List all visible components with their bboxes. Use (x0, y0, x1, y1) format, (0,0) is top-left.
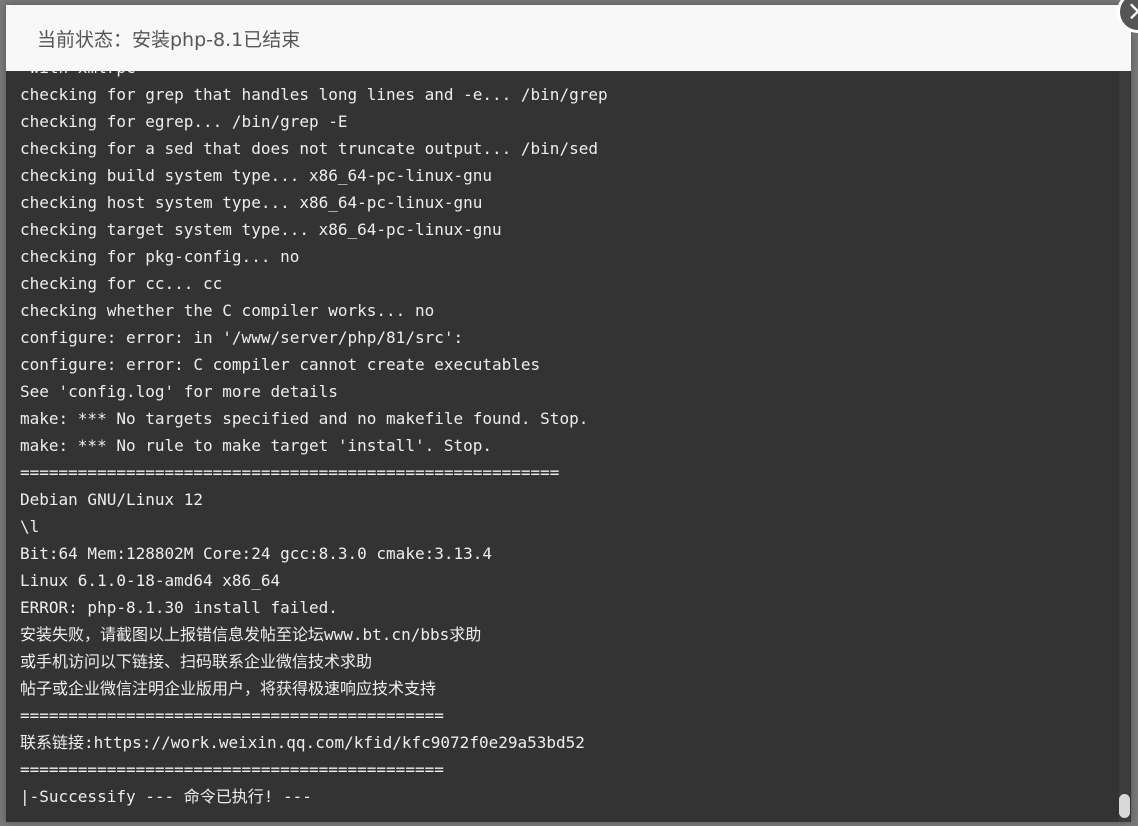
log-output[interactable]: with xmlrpc checking for grep that handle… (6, 71, 1131, 822)
log-line: checking for egrep... /bin/grep -E (20, 112, 348, 131)
log-line: make: *** No rule to make target 'instal… (20, 436, 493, 455)
log-line: 或手机访问以下链接、扫码联系企业微信技术求助 (20, 652, 373, 671)
log-line: configure: error: in '/www/server/php/81… (20, 328, 464, 347)
log-line: make: *** No targets specified and no ma… (20, 409, 589, 428)
log-line: Linux 6.1.0-18-amd64 x86_64 (20, 571, 281, 590)
log-line: ========================================… (20, 760, 444, 779)
log-line: checking target system type... x86_64-pc… (20, 220, 502, 239)
log-line: Debian GNU/Linux 12 (20, 490, 204, 509)
log-line: 联系链接:https://work.weixin.qq.com/kfid/kfc… (20, 733, 585, 752)
log-line: checking build system type... x86_64-pc-… (20, 166, 493, 185)
scrollbar[interactable] (1119, 71, 1130, 822)
close-icon: × (1126, 0, 1138, 27)
log-line: 帖子或企业微信注明企业版用户，将获得极速响应技术支持 (20, 679, 437, 698)
log-line: checking for cc... cc (20, 274, 223, 293)
log-lines: with xmlrpc checking for grep that handle… (20, 71, 608, 810)
log-line: checking host system type... x86_64-pc-l… (20, 193, 483, 212)
log-line: |-Successify --- 命令已执行! --- (20, 787, 312, 806)
log-line: checking for a sed that does not truncat… (20, 139, 598, 158)
dialog-title: 当前状态：安装php-8.1已结束 (37, 29, 301, 51)
log-line: with xmlrpc (20, 71, 608, 81)
dialog-header: 当前状态：安装php-8.1已结束 (6, 5, 1131, 72)
log-line: ========================================… (20, 706, 444, 725)
install-log-dialog: 当前状态：安装php-8.1已结束 with xmlrpc checking fo… (6, 0, 1138, 822)
log-line: ERROR: php-8.1.30 install failed. (20, 598, 338, 617)
log-line: 安装失败，请截图以上报错信息发帖至论坛www.bt.cn/bbs求助 (20, 625, 482, 644)
log-line: ========================================… (20, 463, 560, 482)
log-line: See 'config.log' for more details (20, 382, 338, 401)
log-line: Bit:64 Mem:128802M Core:24 gcc:8.3.0 cma… (20, 544, 493, 563)
scrollbar-thumb[interactable] (1119, 794, 1130, 818)
log-line: checking for pkg-config... no (20, 247, 300, 266)
log-line: \l (20, 517, 40, 536)
log-line: checking whether the C compiler works...… (20, 301, 435, 320)
log-line: checking for grep that handles long line… (20, 85, 608, 104)
log-line: configure: error: C compiler cannot crea… (20, 355, 541, 374)
